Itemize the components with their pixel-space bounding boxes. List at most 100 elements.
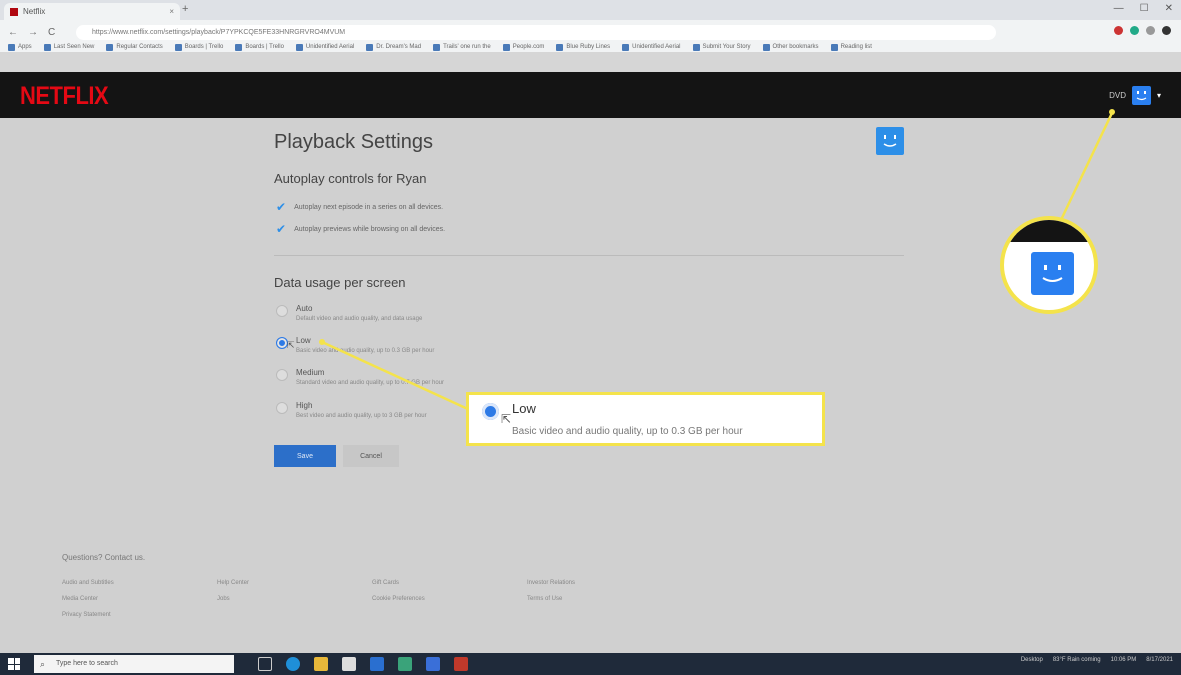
checkmark-icon: ✔	[276, 222, 287, 236]
reload-button[interactable]: C	[48, 27, 55, 38]
netflix-logo[interactable]: NETFLIX	[20, 81, 109, 111]
mail-icon[interactable]	[370, 657, 384, 671]
clock-time[interactable]: 10:06 PM	[1111, 657, 1137, 663]
data-option-medium[interactable]: Medium Standard video and audio quality,…	[276, 368, 444, 386]
bookmark[interactable]: Regular Contacts	[106, 42, 163, 52]
windows-start-icon[interactable]	[8, 658, 20, 670]
data-option-auto[interactable]: Auto Default video and audio quality, an…	[276, 304, 422, 322]
netflix-favicon-icon	[10, 7, 18, 16]
task-view-icon[interactable]	[258, 657, 272, 671]
zoomed-low-option-callout: Low Basic video and audio quality, up to…	[466, 392, 825, 446]
autoplay-next-episode-checkbox[interactable]: ✔ Autoplay next episode in a series on a…	[276, 200, 443, 214]
footer-link[interactable]: Investor Relations	[527, 580, 647, 586]
callout-label: Low	[512, 401, 536, 416]
bookmark[interactable]: Submit Your Story	[692, 42, 751, 52]
footer-link[interactable]: Gift Cards	[372, 580, 527, 586]
page-title: Playback Settings	[274, 131, 433, 153]
app-icon[interactable]	[398, 657, 412, 671]
footer-link[interactable]: Media Center	[62, 596, 217, 602]
bookmark[interactable]: Dr. Dream's Mad	[366, 42, 421, 52]
save-button[interactable]: Save	[274, 445, 336, 467]
footer-link[interactable]: Cookie Preferences	[372, 596, 527, 602]
bookmark[interactable]: People.com	[502, 42, 544, 52]
bookmarks-bar: Apps Last Seen New Regular Contacts Boar…	[8, 42, 1173, 52]
extension-icon[interactable]	[1114, 26, 1123, 35]
bookmark[interactable]: Apps	[8, 42, 32, 52]
footer-links: Audio and Subtitles Help Center Gift Car…	[62, 580, 642, 618]
radio-label: Medium	[296, 368, 325, 377]
autoplay-previews-checkbox[interactable]: ✔ Autoplay previews while browsing on al…	[276, 222, 445, 236]
radio-button[interactable]	[276, 369, 288, 381]
bookmark[interactable]: Other bookmarks	[762, 42, 819, 52]
divider	[274, 255, 904, 256]
radio-button[interactable]	[276, 402, 288, 414]
minimize-button[interactable]: —	[1114, 3, 1124, 14]
caret-down-icon[interactable]: ▾	[1157, 91, 1161, 100]
extension-icon[interactable]	[1146, 26, 1155, 35]
footer-link[interactable]: Terms of Use	[527, 596, 647, 602]
radio-description: Standard video and audio quality, up to …	[296, 380, 444, 386]
taskbar-search-input[interactable]: ⌕ Type here to search	[34, 655, 234, 673]
bookmark[interactable]: Unidentified Aerial	[622, 42, 681, 52]
browser-tab[interactable]: Netflix ×	[4, 3, 180, 20]
cancel-button[interactable]: Cancel	[343, 445, 399, 467]
system-tray: Desktop 83°F Rain coming 10:06 PM 8/17/2…	[1021, 657, 1173, 663]
desktop-label[interactable]: Desktop	[1021, 657, 1043, 663]
forward-button[interactable]: →	[28, 27, 38, 38]
smiley-face-icon	[1136, 91, 1147, 101]
profile-avatar-zoomed	[1031, 252, 1074, 295]
nav-buttons: ← → C	[8, 27, 55, 38]
back-button[interactable]: ←	[8, 27, 18, 38]
search-icon: ⌕	[40, 659, 46, 669]
callout-description: Basic video and audio quality, up to 0.3…	[512, 426, 743, 437]
data-option-low[interactable]: Low Basic video and audio quality, up to…	[276, 336, 434, 354]
data-usage-heading: Data usage per screen	[274, 275, 406, 290]
bookmark[interactable]: Unidentified Aerial	[295, 42, 354, 52]
zoomed-avatar-callout	[1000, 216, 1098, 314]
weather-widget[interactable]: 83°F Rain coming	[1053, 657, 1101, 663]
radio-label: High	[296, 401, 313, 410]
close-window-button[interactable]: ✕	[1165, 3, 1173, 14]
address-bar[interactable]: https://www.netflix.com/settings/playbac…	[76, 25, 996, 40]
profile-avatar[interactable]	[1131, 86, 1151, 105]
footer-link[interactable]: Help Center	[217, 580, 372, 586]
maximize-button[interactable]: ☐	[1140, 3, 1149, 14]
smiley-face-icon	[883, 135, 897, 147]
app-icon[interactable]	[454, 657, 468, 671]
netflix-header: NETFLIX DVD ▾	[0, 72, 1181, 118]
store-icon[interactable]	[342, 657, 356, 671]
taskbar-apps	[258, 657, 468, 671]
checkbox-label: Autoplay previews while browsing on all …	[294, 225, 446, 233]
extension-icon[interactable]	[1130, 26, 1139, 35]
dvd-link[interactable]: DVD	[1109, 91, 1126, 100]
footer-link[interactable]: Privacy Statement	[62, 612, 217, 618]
account-menu: DVD ▾	[1109, 86, 1161, 105]
footer-link[interactable]: Jobs	[217, 596, 372, 602]
app-icon[interactable]	[426, 657, 440, 671]
tab-title: Netflix	[23, 7, 46, 16]
profile-icon	[876, 127, 904, 155]
browser-toolbar: ← → C https://www.netflix.com/settings/p…	[0, 20, 1181, 52]
checkbox-label: Autoplay next episode in a series on all…	[294, 203, 444, 211]
file-explorer-icon[interactable]	[314, 657, 328, 671]
bookmark[interactable]: Blue Ruby Lines	[556, 42, 610, 52]
bookmark[interactable]: Boards | Trello	[235, 42, 284, 52]
mouse-cursor-icon: ⇱	[501, 412, 512, 426]
clock-date[interactable]: 8/17/2021	[1146, 657, 1173, 663]
radio-label: Low	[296, 336, 311, 345]
radio-button[interactable]	[276, 305, 288, 317]
bookmark[interactable]: Reading list	[830, 42, 872, 52]
bookmark[interactable]: Boards | Trello	[174, 42, 223, 52]
footer-link[interactable]: Audio and Subtitles	[62, 580, 217, 586]
footer-contact[interactable]: Questions? Contact us.	[62, 553, 145, 562]
bookmark[interactable]: Trails' one run the	[433, 42, 491, 52]
new-tab-button[interactable]: +	[182, 3, 188, 15]
data-option-high[interactable]: High Best video and audio quality, up to…	[276, 401, 427, 419]
extension-icons	[1114, 26, 1171, 35]
checkmark-icon: ✔	[276, 200, 287, 214]
bookmark[interactable]: Last Seen New	[43, 42, 94, 52]
mouse-cursor-icon: ⇱	[287, 340, 295, 350]
profile-icon[interactable]	[1162, 26, 1171, 35]
close-tab-icon[interactable]: ×	[169, 7, 174, 16]
edge-icon[interactable]	[286, 657, 300, 671]
